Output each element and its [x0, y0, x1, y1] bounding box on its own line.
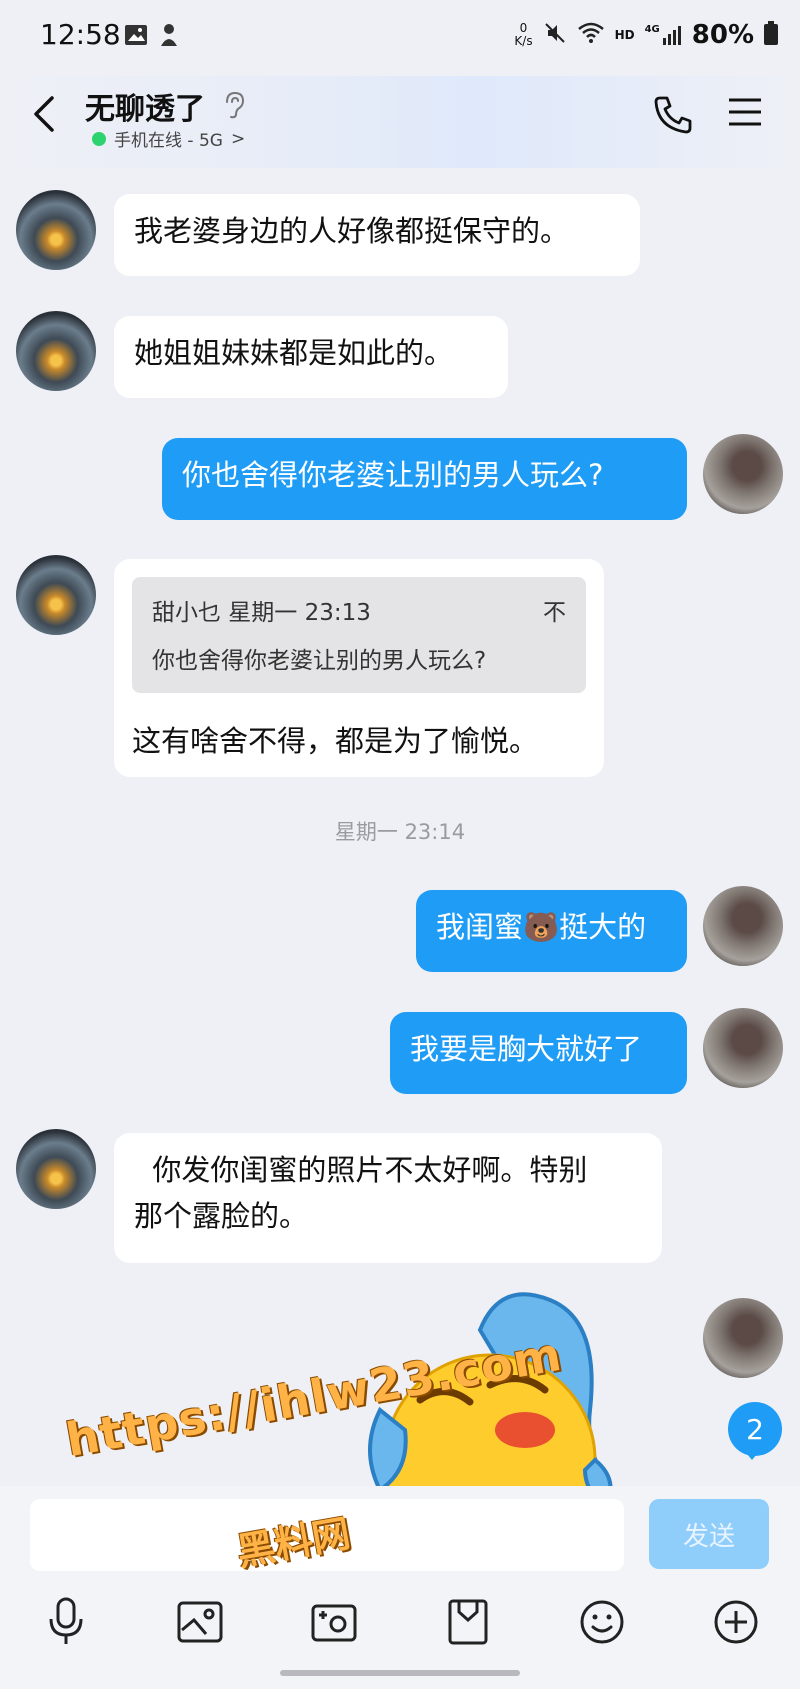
camera-icon[interactable]	[306, 1594, 362, 1650]
home-indicator[interactable]	[280, 1670, 520, 1676]
status-time: 12:58	[40, 18, 121, 51]
hd-label: HD	[614, 28, 635, 42]
online-status-text: 手机在线 - 5G	[114, 131, 223, 151]
badge-tail	[742, 1448, 762, 1460]
net-speed: 0 K/s	[514, 21, 533, 48]
signal-icon: 4G	[645, 24, 682, 46]
bear-emoji-icon: 🐻	[523, 910, 560, 944]
message-bubble-outgoing[interactable]: 你也舍得你老婆让别的男人玩么?	[162, 438, 687, 520]
image-icon[interactable]	[172, 1594, 228, 1650]
mic-icon[interactable]	[38, 1594, 94, 1650]
file-icon[interactable]	[440, 1594, 496, 1650]
quoted-message[interactable]: 甜小乜 星期一 23:13 不 你也舍得你老婆让别的男人玩么?	[132, 577, 586, 693]
contact-avatar[interactable]	[16, 311, 96, 391]
message-text: 那个露脸的。	[134, 1199, 309, 1233]
message-bubble-incoming[interactable]: 我老婆身边的人好像都挺保守的。	[114, 194, 640, 276]
message-bubble-outgoing[interactable]: 我闺蜜🐻挺大的	[416, 890, 687, 972]
my-avatar[interactable]	[703, 1298, 783, 1378]
status-icons: 0 K/s HD 4G 80%	[514, 20, 778, 50]
message-bubble-incoming[interactable]: 你发你闺蜜的照片不太好啊。特别 那个露脸的。	[114, 1133, 662, 1263]
gallery-notification-icon	[124, 24, 148, 50]
chat-title[interactable]: 无聊透了	[85, 84, 205, 128]
app-notification-icon	[158, 22, 180, 52]
plus-icon[interactable]	[708, 1594, 764, 1650]
back-arrow-icon[interactable]	[26, 94, 66, 134]
battery-icon	[764, 20, 778, 50]
online-status[interactable]: 手机在线 - 5G >	[92, 126, 245, 151]
contact-avatar[interactable]	[16, 555, 96, 635]
chevron-right-icon: >	[230, 128, 246, 149]
my-avatar[interactable]	[703, 434, 783, 514]
message-text: 我老婆身边的人好像都挺保守的。	[134, 214, 570, 248]
contact-avatar[interactable]	[16, 1129, 96, 1209]
send-button[interactable]: 发送	[649, 1499, 769, 1569]
message-bubble-incoming[interactable]: 她姐姐妹妹都是如此的。	[114, 316, 508, 398]
status-bar: 12:58 0 K/s HD 4G 80%	[0, 0, 800, 76]
mute-icon	[543, 21, 567, 50]
contact-avatar[interactable]	[16, 190, 96, 270]
message-text: 挺大的	[559, 910, 647, 944]
my-avatar[interactable]	[703, 1008, 783, 1088]
message-text: 我闺蜜	[436, 910, 524, 944]
message-text: 她姐姐妹妹都是如此的。	[134, 336, 454, 370]
menu-icon[interactable]	[727, 96, 763, 132]
time-divider: 星期一 23:14	[334, 820, 466, 844]
quoted-more: 不	[543, 600, 566, 626]
phone-call-icon[interactable]	[652, 94, 694, 140]
ear-icon[interactable]	[222, 90, 246, 124]
wifi-icon	[577, 22, 605, 49]
message-bubble-outgoing[interactable]: 我要是胸大就好了	[390, 1012, 687, 1094]
online-dot	[92, 131, 106, 146]
my-avatar[interactable]	[703, 886, 783, 966]
quoted-text: 你也舍得你老婆让别的男人玩么?	[152, 648, 487, 674]
message-text: 我要是胸大就好了	[410, 1032, 643, 1066]
quoted-author-time: 甜小乜 星期一 23:13	[152, 600, 371, 626]
battery-level: 80%	[691, 20, 754, 50]
message-text: 这有啥舍不得，都是为了愉悦。	[132, 724, 539, 758]
message-text: 你也舍得你老婆让别的男人玩么?	[182, 458, 604, 492]
emoji-icon[interactable]	[574, 1594, 630, 1650]
message-text: 你发你闺蜜的照片不太好啊。特别	[134, 1153, 588, 1187]
